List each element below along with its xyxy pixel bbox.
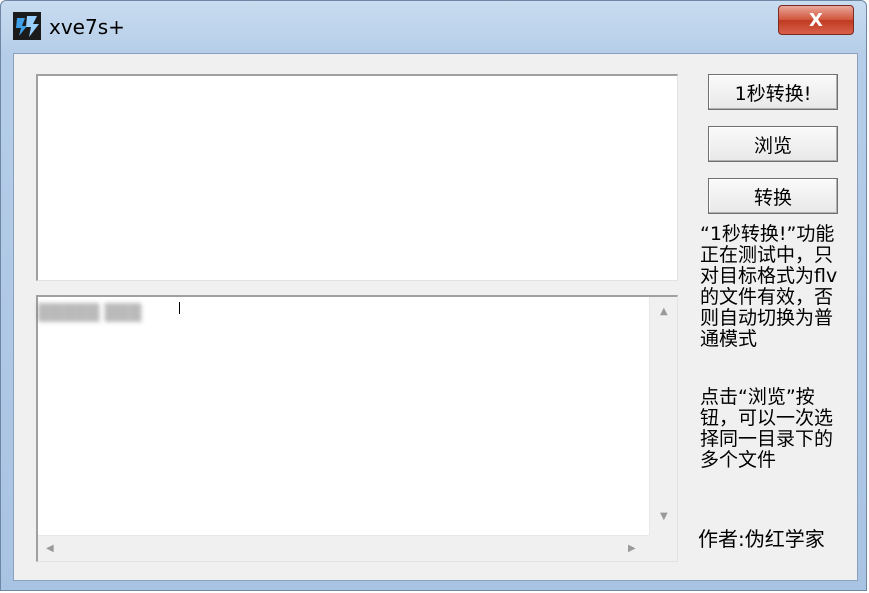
log-text-value: ▒▒▒▒▒ ▒▒▒ — [38, 303, 142, 322]
author-label: 作者:伪红学家 — [698, 527, 825, 551]
app-icon — [13, 12, 41, 40]
scroll-down-icon[interactable]: ▼ — [660, 512, 668, 522]
note-one-second-convert: “1秒转换!”功能正在测试中，只对目标格式为flv的文件有效，否则自动切换为普通… — [700, 223, 838, 350]
horizontal-scrollbar[interactable]: ◀ ▶ — [38, 535, 649, 561]
text-caret — [179, 302, 180, 314]
scroll-up-icon[interactable]: ▲ — [660, 307, 668, 317]
note-browse: 点击“浏览”按钮，可以一次选择同一目录下的多个文件 — [700, 386, 834, 471]
app-window: xve7s+ X ▒▒▒▒▒ ▒▒▒ ▲ ▼ ◀ ▶ 1秒转换! 浏览 转换 “… — [0, 0, 867, 591]
close-button[interactable]: X — [778, 5, 854, 35]
vertical-scrollbar[interactable]: ▲ ▼ — [649, 297, 677, 535]
convert-button[interactable]: 转换 — [708, 178, 838, 214]
window-title: xve7s+ — [49, 15, 125, 39]
top-text-area[interactable] — [36, 74, 678, 281]
one-second-convert-button[interactable]: 1秒转换! — [708, 74, 838, 110]
browse-button[interactable]: 浏览 — [708, 126, 838, 162]
close-icon: X — [809, 9, 823, 31]
scroll-left-icon[interactable]: ◀ — [46, 544, 54, 554]
log-text-area[interactable]: ▒▒▒▒▒ ▒▒▒ ▲ ▼ ◀ ▶ — [36, 295, 678, 562]
title-bar[interactable]: xve7s+ X — [1, 1, 866, 53]
client-area: ▒▒▒▒▒ ▒▒▒ ▲ ▼ ◀ ▶ 1秒转换! 浏览 转换 “1秒转换!”功能正… — [13, 53, 858, 581]
scrollbar-corner — [649, 535, 677, 561]
scroll-right-icon[interactable]: ▶ — [628, 544, 636, 554]
